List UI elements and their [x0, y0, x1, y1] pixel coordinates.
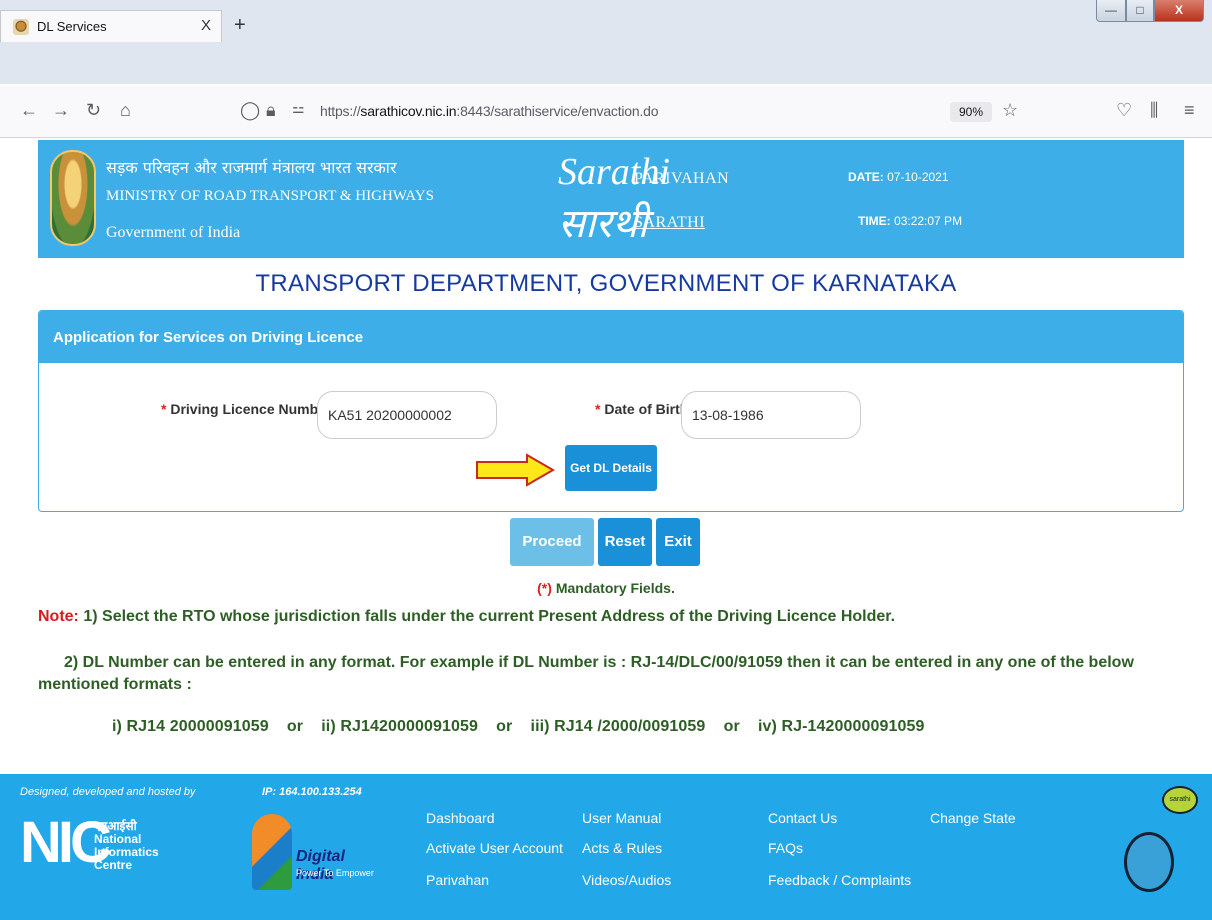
browser-tab[interactable]: DL Services X — [0, 10, 222, 42]
browser-tab-bar: DL Services X + — □ X — [0, 0, 1212, 84]
panel-title: Application for Services on Driving Lice… — [39, 311, 1183, 363]
site-favicon-icon — [13, 19, 29, 35]
sarathi-mascot-icon: sarathi — [1122, 786, 1204, 904]
parivahan-title: PARIVAHAN — [634, 170, 730, 187]
home-icon[interactable]: ⌂ — [120, 100, 131, 121]
permissions-icon[interactable]: ⚍ — [292, 100, 305, 117]
library-icon[interactable]: ⫼ — [1150, 100, 1158, 121]
minimize-icon[interactable]: — — [1096, 0, 1126, 22]
dl-number-input[interactable]: KA51 20200000002 — [317, 391, 497, 439]
forward-icon[interactable]: → — [52, 100, 70, 121]
digital-india-logo: Digital India Power To Empower — [252, 814, 382, 890]
footer-link-change-state[interactable]: Change State — [930, 810, 1016, 826]
tab-title: DL Services — [37, 19, 107, 34]
reload-icon[interactable]: ↻ — [86, 100, 101, 121]
new-tab-button[interactable]: + — [234, 14, 246, 37]
designed-by-text: Designed, developed and hosted by — [20, 786, 196, 798]
footer-link-feedback[interactable]: Feedback / Complaints — [768, 872, 911, 888]
footer-link-activate-account[interactable]: Activate User Account — [426, 840, 563, 856]
url-text: https://sarathicov.nic.in:8443/sarathise… — [320, 103, 659, 119]
footer-link-contact[interactable]: Contact Us — [768, 810, 837, 826]
proceed-button[interactable]: Proceed — [510, 518, 594, 566]
footer-link-parivahan[interactable]: Parivahan — [426, 872, 489, 888]
nic-logo: NIC एनआईसी National Informatics Centre — [20, 810, 159, 875]
url-bar[interactable]: ◯ 🔒︎ ⚍ https://sarathicov.nic.in:8443/sa… — [228, 94, 1032, 130]
dl-services-panel: Application for Services on Driving Lice… — [38, 310, 1184, 512]
footer-link-user-manual[interactable]: User Manual — [582, 810, 661, 826]
national-emblem-logo — [50, 150, 96, 246]
ip-address-text: IP: 164.100.133.254 — [262, 786, 362, 798]
sarathi-title: SARATHI — [634, 214, 706, 231]
date-display: DATE: 07-10-2021 — [848, 170, 949, 184]
mandatory-fields-note: (*) Mandatory Fields. — [537, 580, 675, 596]
note-1: Note: 1) Select the RTO whose jurisdicti… — [38, 608, 896, 625]
arrow-pointer-icon — [476, 453, 556, 487]
site-header: सड़क परिवहन और राजमार्ग मंत्रालय भारत सर… — [38, 140, 1184, 258]
get-dl-details-button[interactable]: Get DL Details — [565, 445, 657, 491]
dob-input[interactable]: 13-08-1986 — [681, 391, 861, 439]
maximize-icon[interactable]: □ — [1126, 0, 1154, 22]
ministry-hindi-name: सड़क परिवहन और राजमार्ग मंत्रालय भारत सर… — [106, 158, 397, 177]
sarathi-logo: Sarathi सारथी — [558, 151, 670, 246]
shield-icon[interactable]: ◯ — [240, 100, 260, 121]
reset-button[interactable]: Reset — [598, 518, 652, 566]
note-2: 2) DL Number can be entered in any forma… — [38, 654, 1134, 693]
exit-button[interactable]: Exit — [656, 518, 700, 566]
time-display: TIME: 03:22:07 PM — [858, 214, 963, 228]
zoom-level[interactable]: 90% — [950, 102, 992, 122]
department-title: TRANSPORT DEPARTMENT, GOVERNMENT OF KARN… — [255, 270, 957, 297]
dob-label: * Date of Birth — [595, 401, 689, 417]
menu-icon[interactable]: ≡ — [1184, 100, 1195, 121]
note-3-formats: i) RJ14 20000091059 or ii) RJ14200000910… — [112, 718, 925, 735]
dl-number-label: * Driving Licence Number — [161, 401, 332, 417]
tab-close-icon[interactable]: X — [201, 17, 211, 34]
ministry-english-name: MINISTRY OF ROAD TRANSPORT & HIGHWAYS — [106, 188, 434, 204]
footer-link-faqs[interactable]: FAQs — [768, 840, 803, 856]
bookmark-star-icon[interactable]: ☆ — [1002, 100, 1018, 121]
window-controls: — □ X — [1096, 0, 1208, 24]
site-footer: Designed, developed and hosted by IP: 16… — [0, 774, 1212, 920]
close-window-icon[interactable]: X — [1154, 0, 1204, 22]
back-icon[interactable]: ← — [20, 100, 38, 121]
government-name: Government of India — [106, 224, 241, 241]
footer-link-acts-rules[interactable]: Acts & Rules — [582, 840, 662, 856]
footer-link-videos[interactable]: Videos/Audios — [582, 872, 671, 888]
browser-nav-bar: ← → ↻ ⌂ ◯ 🔒︎ ⚍ https://sarathicov.nic.in… — [0, 86, 1212, 138]
lock-icon[interactable]: 🔒︎ — [266, 100, 276, 121]
pocket-icon[interactable]: ♡ — [1116, 100, 1132, 121]
footer-link-dashboard[interactable]: Dashboard — [426, 810, 495, 826]
